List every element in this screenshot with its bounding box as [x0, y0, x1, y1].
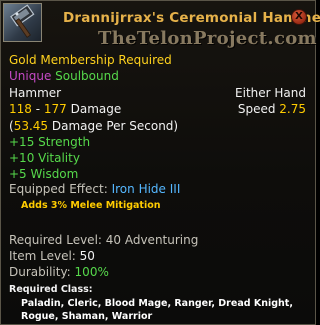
dps-value: 53.45 — [13, 119, 49, 133]
damage-label: Damage — [66, 102, 122, 116]
damage-min: 118 — [9, 102, 32, 116]
stat-bonus: +10 Vitality — [9, 151, 80, 165]
hammer-icon — [3, 3, 42, 42]
damage-sep: - — [31, 102, 44, 116]
durability-label: Durability: — [9, 265, 75, 279]
rarity-label: Unique — [9, 69, 52, 83]
item-slot: Either Hand — [235, 86, 306, 100]
stat-bonus: +5 Wisdom — [9, 167, 79, 181]
watermark: TheTelonProject.com — [98, 28, 317, 49]
item-level-value: 50 — [79, 249, 95, 263]
required-class-list: Rogue, Shaman, Warrior — [21, 311, 153, 322]
item-title: Drannijrrax's Ceremonial Hammer — [63, 10, 320, 26]
speed-value: 2.75 — [279, 102, 306, 116]
item-tooltip: Drannijrrax's Ceremonial Hammer X TheTel… — [0, 0, 320, 325]
item-level-row: Item Level: 50 — [9, 249, 95, 263]
durability-row: Durability: 100% — [9, 265, 109, 279]
speed-label: Speed — [237, 102, 280, 116]
durability-value: 100% — [74, 265, 109, 279]
item-level-label: Item Level: — [9, 249, 80, 263]
binding-label: Soulbound — [55, 69, 119, 83]
damage-max: 177 — [43, 102, 67, 116]
equipped-effect-desc: Adds 3% Melee Mitigation — [21, 200, 161, 211]
dps-label: Damage Per Second) — [48, 119, 179, 133]
stat-bonus: +15 Strength — [9, 135, 91, 149]
equipped-effect-row: Equipped Effect: Iron Hide III — [9, 182, 180, 196]
equipped-effect-label: Equipped Effect: — [9, 182, 112, 196]
required-level: Required Level: 40 Adventuring — [9, 233, 199, 247]
dps-row: (53.45 Damage Per Second) — [9, 119, 178, 133]
required-class-list: Paladin, Cleric, Blood Mage, Ranger, Dre… — [21, 298, 293, 309]
close-icon[interactable]: X — [291, 9, 307, 25]
required-class-label: Required Class: — [9, 284, 93, 295]
speed-row: Speed 2.75 — [238, 102, 306, 116]
item-type: Hammer — [9, 86, 62, 100]
damage-row: 118 - 177 Damage — [9, 102, 121, 116]
equipped-effect-value[interactable]: Iron Hide III — [112, 182, 181, 196]
rarity-binding-row: Unique Soulbound — [9, 69, 119, 83]
membership-requirement: Gold Membership Required — [9, 53, 172, 67]
